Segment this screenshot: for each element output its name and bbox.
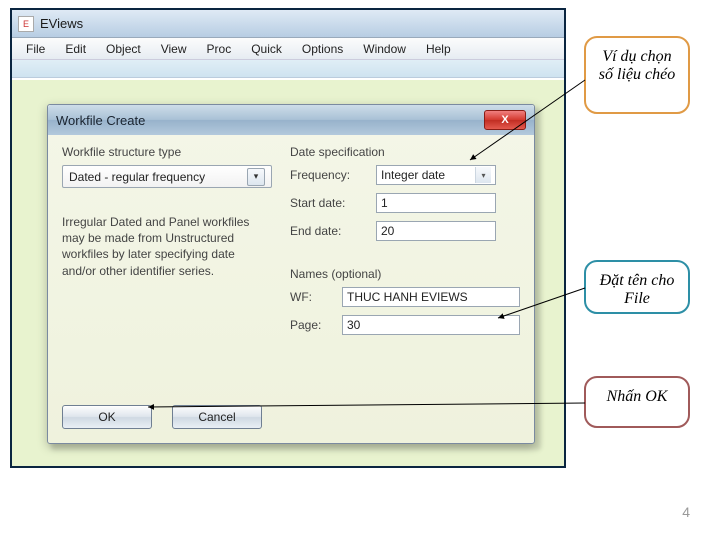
menu-edit[interactable]: Edit xyxy=(55,40,96,58)
dialog-titlebar[interactable]: Workfile Create X xyxy=(48,105,534,135)
menu-window[interactable]: Window xyxy=(353,40,416,58)
structure-type-value: Dated - regular frequency xyxy=(69,170,205,184)
close-button[interactable]: X xyxy=(484,110,526,130)
menu-file[interactable]: File xyxy=(16,40,55,58)
menu-options[interactable]: Options xyxy=(292,40,353,58)
page-value: 30 xyxy=(347,318,360,332)
structure-type-combo[interactable]: Dated - regular frequency ▾ xyxy=(62,165,272,188)
page-input[interactable]: 30 xyxy=(342,315,520,335)
menu-quick[interactable]: Quick xyxy=(241,40,292,58)
menu-proc[interactable]: Proc xyxy=(197,40,242,58)
end-date-input[interactable]: 20 xyxy=(376,221,496,241)
screenshot-frame: E EViews File Edit Object View Proc Quic… xyxy=(10,8,566,468)
names-group-label: Names (optional) xyxy=(290,267,520,281)
close-icon: X xyxy=(501,114,508,126)
workfile-create-dialog: Workfile Create X Workfile structure typ… xyxy=(47,104,535,444)
app-titlebar: E EViews xyxy=(12,10,564,38)
cancel-label: Cancel xyxy=(198,410,235,424)
ok-label: OK xyxy=(98,410,115,424)
end-date-value: 20 xyxy=(381,224,394,238)
structure-hint-text: Irregular Dated and Panel workfiles may … xyxy=(62,214,272,279)
toolbar-band xyxy=(12,60,564,78)
menu-view[interactable]: View xyxy=(151,40,197,58)
start-date-input[interactable]: 1 xyxy=(376,193,496,213)
menubar: File Edit Object View Proc Quick Options… xyxy=(12,38,564,60)
menu-help[interactable]: Help xyxy=(416,40,461,58)
start-date-value: 1 xyxy=(381,196,388,210)
annotation-callout-2: Đặt tên cho File xyxy=(584,260,690,314)
page-label: Page: xyxy=(290,318,334,332)
date-spec-label: Date specification xyxy=(290,145,520,159)
ok-button[interactable]: OK xyxy=(62,405,152,429)
chevron-down-icon: ▾ xyxy=(475,167,491,183)
wf-name-input[interactable]: THUC HANH EVIEWS xyxy=(342,287,520,307)
wf-label: WF: xyxy=(290,290,334,304)
annotation-callout-3: Nhấn OK xyxy=(584,376,690,428)
app-icon: E xyxy=(18,16,34,32)
annotation-callout-1: Ví dụ chọn số liệu chéo xyxy=(584,36,690,114)
frequency-label: Frequency: xyxy=(290,168,368,182)
app-title: EViews xyxy=(40,16,83,31)
structure-type-label: Workfile structure type xyxy=(62,145,272,159)
frequency-combo[interactable]: Integer date ▾ xyxy=(376,165,496,185)
menu-object[interactable]: Object xyxy=(96,40,151,58)
dialog-title: Workfile Create xyxy=(56,113,145,128)
end-date-label: End date: xyxy=(290,224,368,238)
frequency-value: Integer date xyxy=(381,168,445,182)
cancel-button[interactable]: Cancel xyxy=(172,405,262,429)
wf-name-value: THUC HANH EVIEWS xyxy=(347,290,468,304)
slide-page-number: 4 xyxy=(682,504,690,520)
workspace: Workfile Create X Workfile structure typ… xyxy=(12,80,564,466)
chevron-down-icon: ▾ xyxy=(247,168,265,186)
start-date-label: Start date: xyxy=(290,196,368,210)
